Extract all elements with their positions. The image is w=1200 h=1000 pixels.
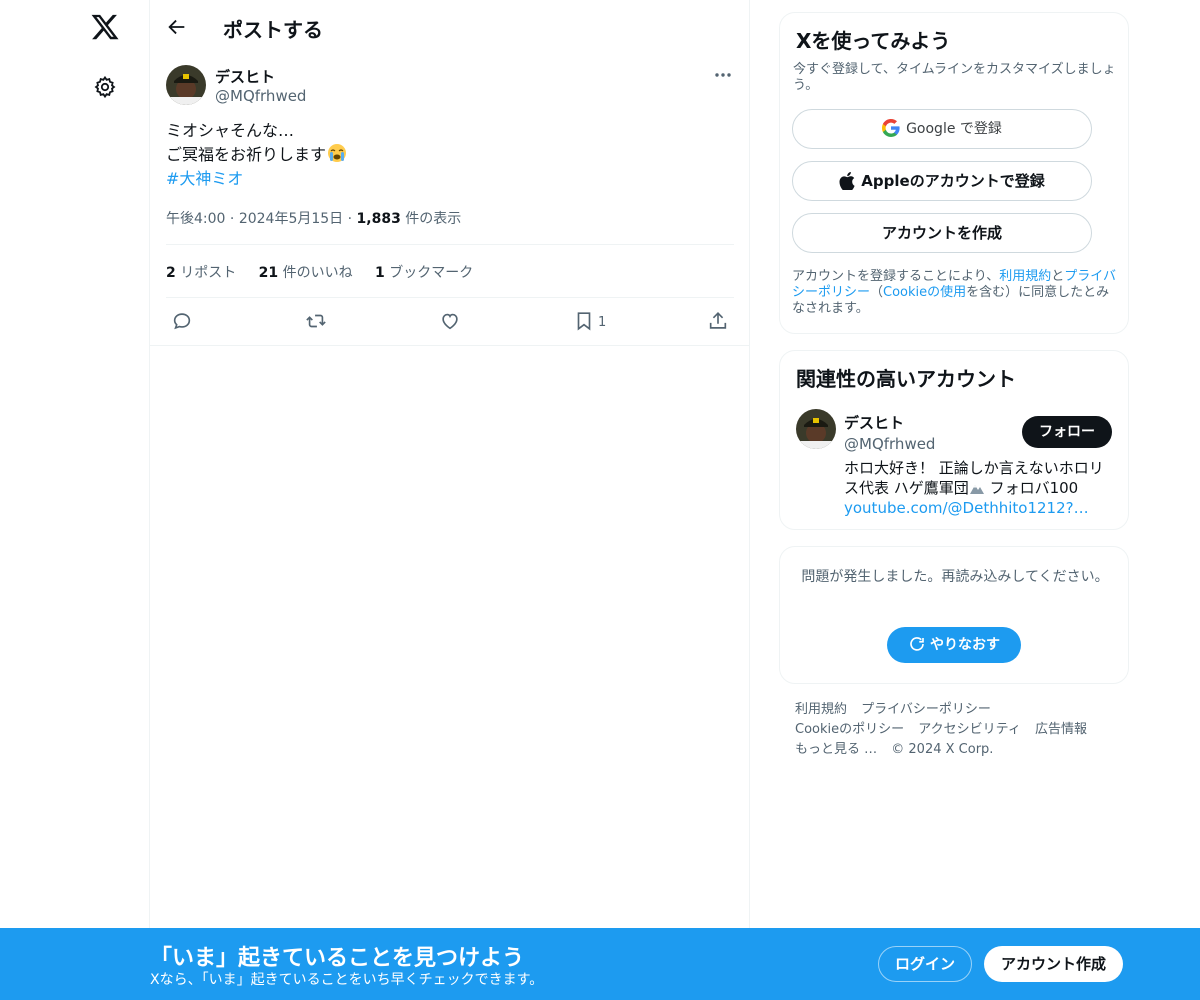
terms-link[interactable]: 利用規約 bbox=[999, 269, 1051, 284]
meta-separator: · bbox=[347, 211, 357, 227]
post-text: ミオシャそんな… ご冥福をお祈りします #大神ミオ bbox=[166, 119, 726, 191]
post-actions: 1 bbox=[150, 298, 750, 344]
gear-icon[interactable] bbox=[93, 75, 117, 99]
footer-link[interactable]: もっと見る … bbox=[795, 742, 877, 757]
signup-card-subtitle: 今すぐ登録して、タイムラインをカスタマイズしましょう。 bbox=[793, 62, 1116, 93]
bookmark-count: 1 bbox=[598, 315, 607, 330]
post-text-content: ご冥福をお祈りします bbox=[166, 145, 327, 164]
related-account-name[interactable]: デスヒト bbox=[844, 412, 904, 433]
copyright: © 2024 X Corp. bbox=[891, 742, 994, 757]
cookie-link[interactable]: Cookieの使用 bbox=[883, 285, 966, 300]
bookmark-icon[interactable] bbox=[573, 310, 595, 332]
footer-link[interactable]: 利用規約 bbox=[795, 702, 847, 717]
create-account-button[interactable]: アカウントを作成 bbox=[792, 213, 1092, 253]
arrow-left-icon[interactable] bbox=[166, 16, 188, 38]
bookmarks-label: ブックマーク bbox=[389, 265, 474, 281]
avatar[interactable] bbox=[166, 65, 206, 105]
footer-link[interactable]: 広告情報 bbox=[1035, 722, 1087, 737]
legal-notice: アカウントを登録することにより、利用規約とプライバシーポリシー（Cookieの使… bbox=[792, 269, 1122, 317]
error-card: 問題が発生しました。再読み込みしてください。 やりなおす bbox=[779, 546, 1129, 684]
legal-prefix: アカウントを登録することにより、 bbox=[792, 269, 1000, 284]
signup-banner: 「いま」起きていることを見つけよう Xなら、「いま」起きていることをいち早くチェ… bbox=[0, 928, 1200, 1000]
reposts-count: 2 bbox=[166, 265, 176, 281]
meta-separator: · bbox=[229, 211, 239, 227]
post-stats: 2 リポスト 21 件のいいね 1 ブックマーク bbox=[166, 262, 491, 282]
footer-link[interactable]: Cookieのポリシー bbox=[795, 722, 904, 737]
divider bbox=[150, 345, 750, 346]
hashtag-link[interactable]: #大神ミオ bbox=[166, 167, 726, 191]
x-logo-icon[interactable] bbox=[90, 12, 120, 42]
author-name[interactable]: デスヒト bbox=[215, 66, 275, 87]
apple-signup-label: Appleのアカウントで登録 bbox=[861, 172, 1045, 190]
related-account-handle[interactable]: @MQfrhwed bbox=[844, 435, 935, 453]
avatar[interactable] bbox=[796, 409, 836, 449]
retry-label: やりなおす bbox=[930, 637, 1000, 653]
reply-icon[interactable] bbox=[171, 310, 193, 332]
signup-card-title: Xを使ってみよう bbox=[796, 29, 951, 53]
related-card-title: 関連性の高いアカウント bbox=[796, 367, 1016, 391]
bio-text: フォロバ100 bbox=[989, 479, 1079, 497]
google-logo-icon bbox=[882, 119, 900, 137]
post-text-line: ミオシャそんな… bbox=[166, 121, 295, 140]
post-text-line: ご冥福をお祈りします bbox=[166, 143, 726, 167]
loudly-crying-face-icon bbox=[328, 144, 347, 162]
likes-label: 件のいいね bbox=[282, 265, 353, 281]
footer-link[interactable]: プライバシーポリシー bbox=[861, 702, 991, 717]
signup-button[interactable]: アカウント作成 bbox=[984, 946, 1123, 982]
reposts-stat[interactable]: 2 リポスト bbox=[166, 265, 236, 281]
bookmarks-count: 1 bbox=[375, 265, 385, 281]
related-account-bio: ホロ大好き！ 正論しか言えないホロリス代表 ハゲ鷹軍団 フォロバ100 bbox=[844, 458, 1114, 498]
footer-links: 利用規約 プライバシーポリシー Cookieのポリシー アクセシビリティ 広告情… bbox=[795, 700, 1115, 760]
snow-mountain-icon bbox=[969, 485, 984, 494]
login-button[interactable]: ログイン bbox=[878, 946, 972, 982]
repost-icon[interactable] bbox=[305, 310, 327, 332]
signup-card: Xを使ってみよう 今すぐ登録して、タイムラインをカスタマイズしましょう。 Goo… bbox=[779, 12, 1129, 334]
related-accounts-card: 関連性の高いアカウント デスヒト @MQfrhwed フォロー ホロ大好き！ 正… bbox=[779, 350, 1129, 530]
related-account-link[interactable]: youtube.com/@Dethhito1212?… bbox=[844, 498, 1114, 518]
footer-link[interactable]: アクセシビリティ bbox=[918, 722, 1021, 737]
post-time[interactable]: 午後4:00 bbox=[166, 211, 225, 227]
more-dots-icon[interactable] bbox=[712, 66, 734, 84]
apple-signup-button[interactable]: Appleのアカウントで登録 bbox=[792, 161, 1092, 201]
follow-button[interactable]: フォロー bbox=[1022, 416, 1112, 448]
views-label: 件の表示 bbox=[405, 211, 462, 227]
top-bar: ポストする bbox=[150, 0, 750, 53]
apple-logo-icon bbox=[839, 172, 855, 191]
refresh-icon bbox=[910, 637, 924, 651]
views-count: 1,883 bbox=[356, 211, 401, 227]
banner-title: 「いま」起きていることを見つけよう bbox=[150, 946, 525, 971]
bookmarks-stat[interactable]: 1 ブックマーク bbox=[375, 265, 473, 281]
reposts-label: リポスト bbox=[180, 265, 237, 281]
divider bbox=[166, 244, 734, 245]
retry-button[interactable]: やりなおす bbox=[887, 627, 1021, 663]
google-signup-button[interactable]: Google で登録 bbox=[792, 109, 1092, 149]
post-date[interactable]: 2024年5月15日 bbox=[239, 211, 343, 227]
author-handle[interactable]: @MQfrhwed bbox=[215, 87, 306, 105]
left-nav bbox=[0, 0, 150, 1000]
main-column: ポストする デスヒト @MQfrhwed ミオシャそんな… ご冥福をお祈りします… bbox=[149, 0, 750, 1000]
share-icon[interactable] bbox=[707, 310, 729, 332]
page-title: ポストする bbox=[223, 18, 323, 42]
post-meta: 午後4:00 · 2024年5月15日 · 1,883 件の表示 bbox=[166, 208, 461, 228]
likes-stat[interactable]: 21 件のいいね bbox=[259, 265, 353, 281]
heart-icon[interactable] bbox=[439, 310, 461, 332]
error-message: 問題が発生しました。再読み込みしてください。 bbox=[801, 569, 1109, 585]
likes-count: 21 bbox=[258, 265, 279, 281]
legal-and: と bbox=[1051, 269, 1065, 284]
legal-open: （ bbox=[870, 285, 884, 300]
google-signup-label: Google で登録 bbox=[906, 121, 1002, 137]
banner-subtitle: Xなら、「いま」起きていることをいち早くチェックできます。 bbox=[150, 972, 544, 988]
